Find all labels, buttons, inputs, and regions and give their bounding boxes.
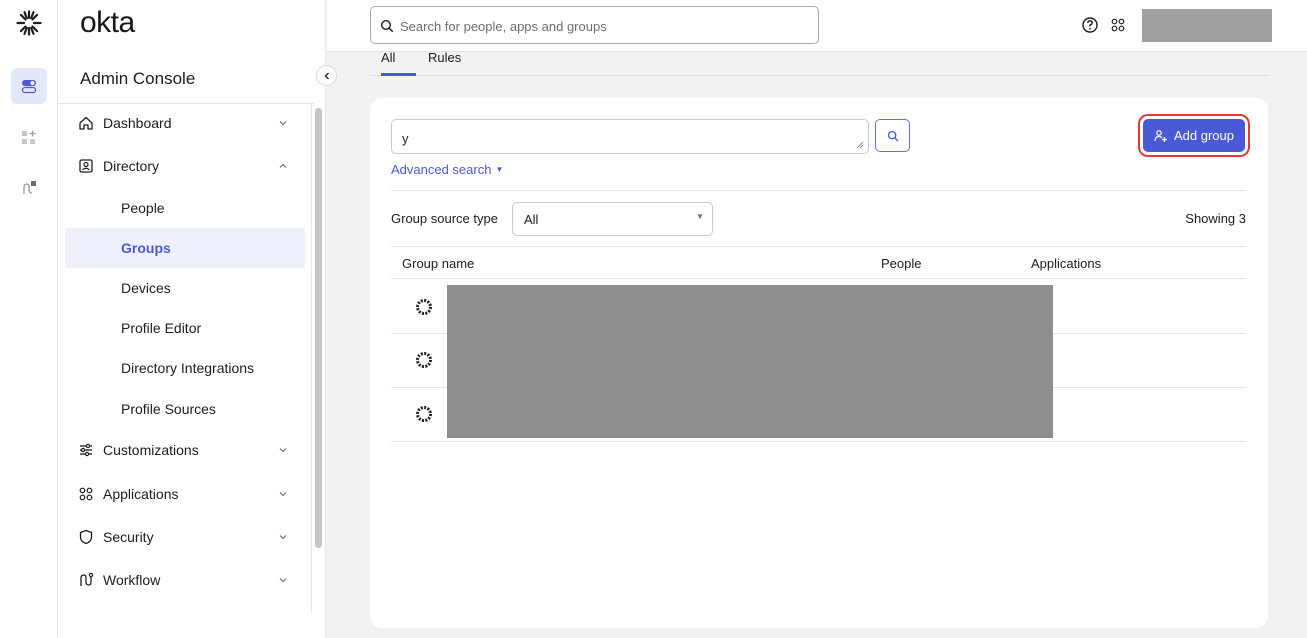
sidebar-item-label: Security	[103, 529, 154, 545]
caret-down-icon: ▼	[696, 212, 704, 221]
sidebar-subitem-label: Devices	[121, 280, 171, 296]
sidebar-subitem-directory-integrations[interactable]: Directory Integrations	[65, 348, 305, 388]
okta-brand-logo[interactable]: okta	[80, 6, 135, 40]
sidebar-item-dashboard[interactable]: Dashboard	[66, 103, 306, 143]
toggle-icon	[21, 80, 37, 94]
chevron-down-icon	[279, 492, 287, 497]
sidebar-item-customizations[interactable]: Customizations	[66, 430, 306, 470]
rail-workflow-button[interactable]	[11, 170, 47, 206]
chevron-down-icon	[279, 535, 287, 540]
rail-admin-toggle-button[interactable]	[11, 68, 47, 104]
sidebar-subitem-label: Directory Integrations	[121, 360, 255, 376]
sidebar-item-applications[interactable]: Applications	[66, 474, 306, 514]
icon-rail	[0, 0, 58, 638]
sidebar-subitem-label: Groups	[121, 240, 171, 256]
workflow-icon	[80, 572, 94, 586]
table-top-divider	[391, 246, 1246, 247]
sidebar-subitem-people[interactable]: People	[65, 188, 305, 228]
sidebar-item-label: Customizations	[103, 442, 199, 458]
add-group-button[interactable]: Add group	[1138, 114, 1250, 157]
group-okta-icon	[416, 406, 432, 422]
column-header-applications[interactable]: Applications	[1031, 256, 1101, 271]
home-icon	[79, 116, 93, 130]
resize-grip-icon[interactable]	[856, 141, 864, 149]
sidebar-item-label: Dashboard	[103, 115, 172, 131]
sidebar-subitem-devices[interactable]: Devices	[65, 268, 305, 308]
group-okta-icon	[416, 352, 432, 368]
search-button[interactable]	[875, 119, 910, 152]
console-title: Admin Console	[80, 69, 196, 88]
add-group-icon	[1154, 129, 1167, 142]
group-okta-icon	[416, 299, 432, 315]
chevron-down-icon	[279, 121, 287, 126]
sidebar-item-label: Directory	[103, 158, 160, 174]
add-apps-icon	[22, 130, 36, 144]
sidebar-scroll-track	[311, 104, 312, 614]
active-tab-indicator	[381, 73, 416, 76]
sidebar: okta Admin Console Dashboard Directory P…	[58, 0, 326, 638]
collapse-sidebar-button[interactable]	[316, 65, 337, 86]
chevron-down-icon	[279, 448, 287, 453]
search-icon	[887, 130, 898, 141]
card-divider	[391, 190, 1246, 191]
tab-rules[interactable]: Rules	[428, 50, 461, 65]
sidebar-scrollbar[interactable]	[315, 108, 322, 548]
sidebar-subitem-profile-editor[interactable]: Profile Editor	[65, 308, 305, 348]
groups-tabs: All Rules	[370, 48, 1268, 76]
user-menu-redacted[interactable]	[1142, 9, 1272, 42]
shield-icon	[79, 529, 93, 545]
okta-sunburst-logo-icon[interactable]	[16, 10, 42, 36]
chevron-up-icon	[279, 163, 287, 168]
global-search[interactable]	[370, 6, 819, 44]
sidebar-subitem-label: People	[121, 200, 165, 216]
group-source-type-label: Group source type	[391, 211, 498, 226]
table-row-divider	[391, 441, 1246, 442]
caret-down-icon: ▼	[495, 165, 504, 174]
group-source-type-value: All	[524, 212, 539, 227]
redacted-group-rows	[447, 285, 1053, 438]
sidebar-item-label: Applications	[103, 486, 179, 502]
sidebar-subitem-label: Profile Editor	[121, 320, 202, 336]
column-header-people[interactable]: People	[881, 256, 921, 271]
groups-card: Advanced search▼ Add group Group source …	[370, 98, 1268, 628]
help-icon[interactable]	[1081, 16, 1099, 34]
sidebar-subitem-profile-sources[interactable]: Profile Sources	[65, 389, 305, 429]
sidebar-subitem-label: Profile Sources	[121, 401, 216, 417]
search-icon	[380, 19, 394, 33]
showing-count: Showing 3	[1185, 211, 1246, 226]
column-header-group-name[interactable]: Group name	[402, 256, 474, 271]
chevron-left-icon	[324, 72, 329, 79]
sidebar-item-label: Workflow	[103, 572, 161, 588]
directory-icon	[79, 159, 93, 173]
sliders-icon	[80, 443, 92, 457]
sidebar-item-security[interactable]: Security	[66, 517, 306, 557]
rail-add-apps-button[interactable]	[11, 120, 47, 156]
apps-grid-icon	[79, 487, 93, 501]
table-header-divider	[391, 278, 1246, 279]
tab-all[interactable]: All	[381, 50, 395, 65]
sidebar-item-workflow[interactable]: Workflow	[66, 560, 306, 600]
chevron-down-icon	[279, 578, 287, 583]
app-switcher-icon[interactable]	[1110, 17, 1126, 33]
advanced-search-link[interactable]: Advanced search ▼	[391, 162, 503, 177]
sidebar-item-directory[interactable]: Directory	[66, 146, 306, 186]
workflow-icon	[23, 181, 36, 194]
global-search-input[interactable]	[400, 16, 800, 36]
group-filter-input[interactable]	[402, 129, 842, 147]
sidebar-subitem-groups[interactable]: Groups	[65, 228, 305, 268]
top-bar	[327, 0, 1307, 52]
add-group-label: Add group	[1174, 128, 1234, 143]
advanced-search-label: Advanced search	[391, 162, 492, 177]
group-source-type-select[interactable]: All ▼	[512, 202, 713, 236]
group-filter-field[interactable]	[391, 119, 869, 154]
